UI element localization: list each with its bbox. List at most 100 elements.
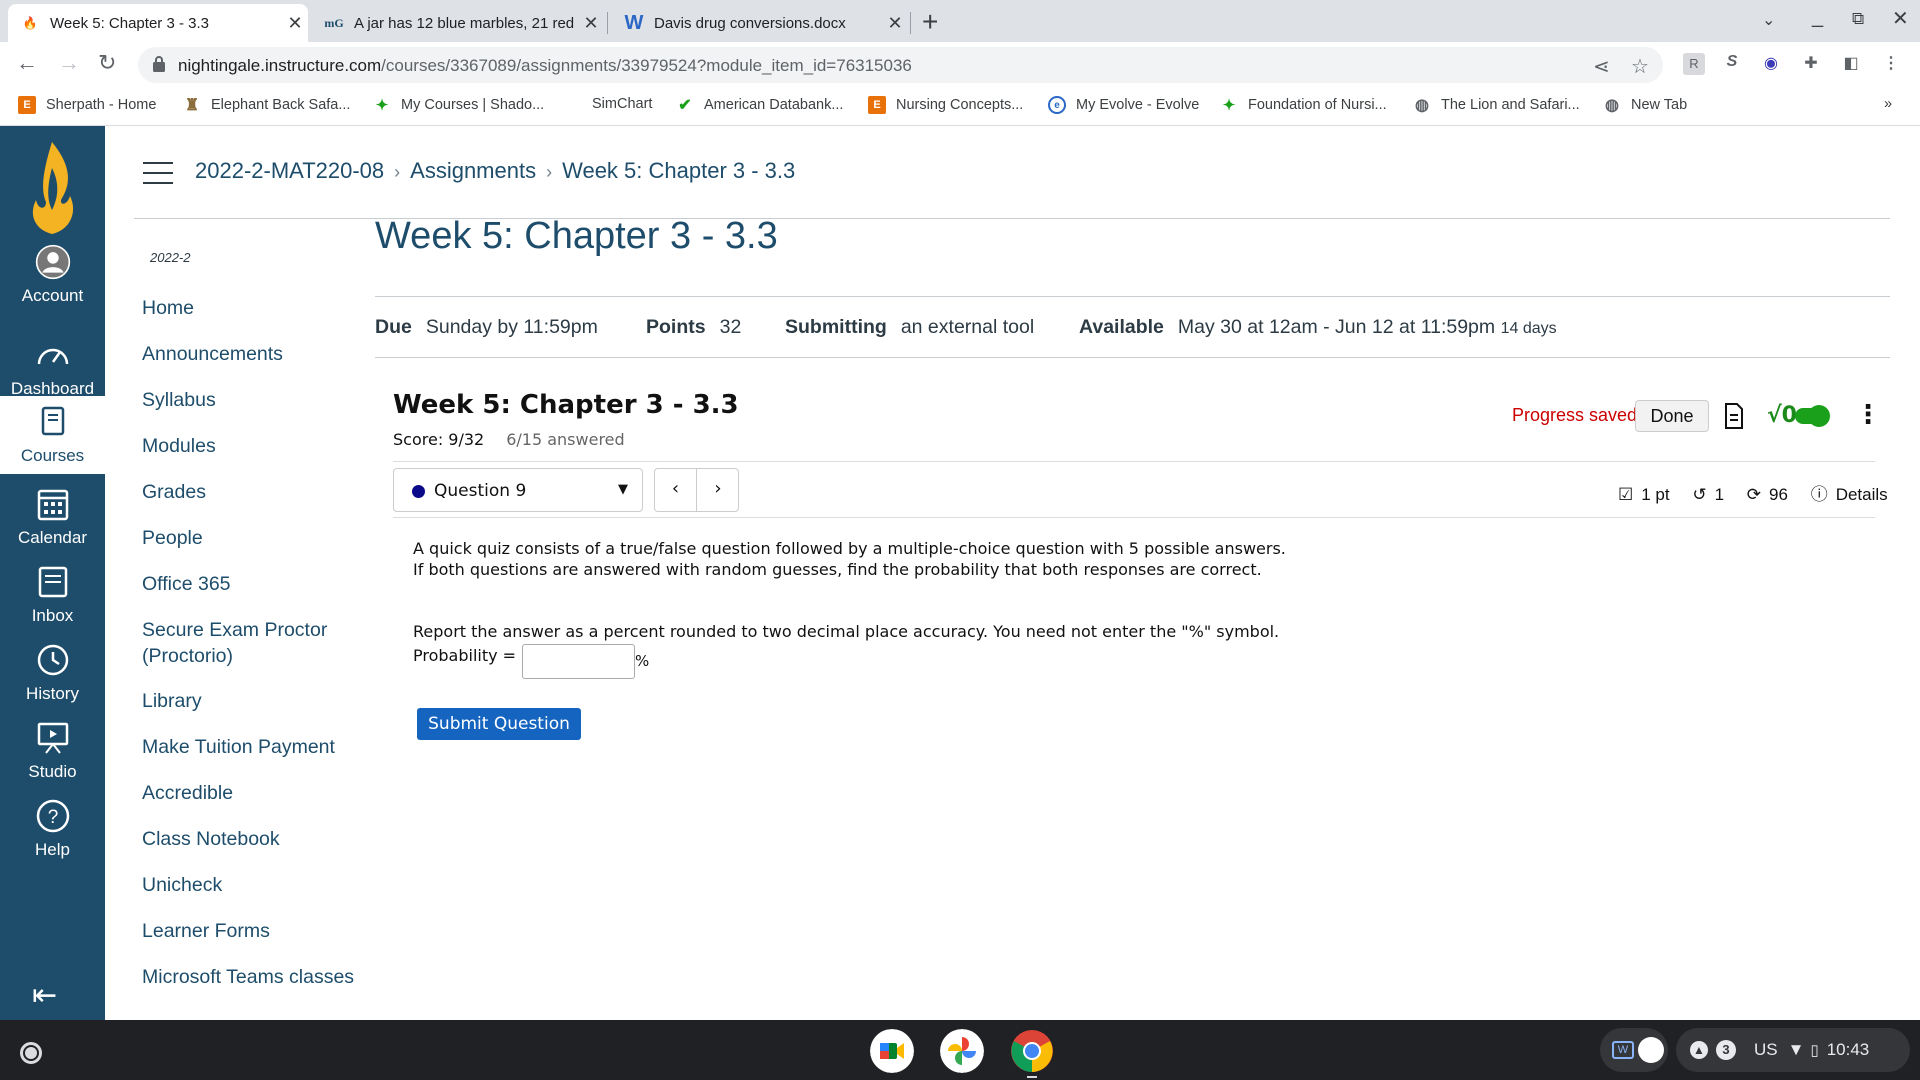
bookmark[interactable]: e My Evolve - Evolve [1048,96,1199,114]
nav-account[interactable]: Account [0,244,105,306]
nav-calendar[interactable]: Calendar [0,486,105,548]
bookmark[interactable]: ✦ My Courses | Shado... [373,96,544,114]
nav-dashboard[interactable]: Dashboard [0,337,105,399]
bookmark-star-icon[interactable]: ☆ [1631,54,1649,79]
nav-courses[interactable]: Courses [0,396,105,474]
clock-time: 10:43 [1826,1040,1870,1059]
chrome-app-icon[interactable] [1010,1029,1054,1073]
course-menu-toggle[interactable] [143,162,173,184]
nav-help[interactable]: ? Help [0,798,105,860]
course-nav-library[interactable]: Library [142,688,362,714]
extensions-puzzle-icon[interactable]: ✚ [1800,53,1822,75]
browser-tab[interactable]: W Davis drug conversions.docx ✕ [612,4,908,42]
breadcrumb-separator-icon: › [394,162,401,182]
browser-tab[interactable]: mG A jar has 12 blue marbles, 21 red ✕ [312,4,604,42]
due-date: Due Sunday by 11:59pm [375,316,598,338]
bookmark[interactable]: E Nursing Concepts... [868,96,1023,114]
course-nav-ms-teams[interactable]: Microsoft Teams classes [142,964,362,990]
bookmark[interactable]: SimChart [592,96,652,112]
mathgpt-favicon-icon: mG [324,15,344,30]
previous-question-button[interactable]: ‹ [655,469,697,511]
probability-answer-input[interactable] [522,644,635,679]
collapse-nav-icon[interactable]: ⇤ [32,978,57,1013]
browser-menu-icon[interactable]: ⋮ [1880,53,1902,75]
school-flame-logo-icon[interactable] [0,138,105,238]
availability: Available May 30 at 12am - Jun 12 at 11:5… [1079,316,1557,338]
extension-icon[interactable]: R [1683,53,1705,75]
retry-icon: ↺ [1692,485,1707,504]
breadcrumb-assignments[interactable]: Assignments [410,158,536,183]
bookmark[interactable]: ◍ New Tab [1603,96,1687,114]
status-tray[interactable]: ▲ 3 US ▼ ▯ 10:43 [1676,1028,1910,1072]
back-icon[interactable]: ← [16,50,38,76]
nav-label: Account [21,286,84,305]
question-select[interactable]: Question 9 ▼ [393,468,643,512]
tote-tray[interactable]: W [1600,1028,1668,1072]
details-info-icon[interactable]: ⓘ [1811,485,1828,504]
bookmark[interactable]: E Sherpath - Home [18,96,156,114]
details-link[interactable]: Details [1836,485,1888,504]
course-nav-syllabus[interactable]: Syllabus [142,387,362,413]
breadcrumb-current[interactable]: Week 5: Chapter 3 - 3.3 [562,158,795,183]
print-document-icon[interactable] [1723,402,1745,430]
forward-icon[interactable]: → [58,50,80,76]
course-nav-grades[interactable]: Grades [142,479,362,505]
page-title: Week 5: Chapter 3 - 3.3 [375,215,778,257]
reload-icon[interactable]: ↻ [98,50,116,76]
question-points: 1 pt [1641,485,1670,504]
share-icon[interactable]: ⋖ [1593,54,1610,79]
nav-studio[interactable]: Studio [0,720,105,782]
side-panel-icon[interactable]: ◧ [1840,53,1862,75]
bookmark[interactable]: ✦ Foundation of Nursi... [1220,96,1387,114]
course-nav-unicheck[interactable]: Unicheck [142,872,362,898]
flame-favicon-icon: 🔥 [22,16,38,30]
course-nav-office-365[interactable]: Office 365 [142,571,362,597]
course-nav-learner-forms[interactable]: Learner Forms [142,918,362,944]
course-nav-home[interactable]: Home [142,295,362,321]
dashboard-gauge-icon [37,348,68,365]
course-nav-people[interactable]: People [142,525,362,551]
bookmarks-overflow-button[interactable]: » [1884,96,1892,112]
regenerate-icon: ⟳ [1746,485,1762,504]
close-tab-icon[interactable]: ✕ [578,13,604,34]
divider [393,461,1875,462]
word-favicon-icon: W [624,11,644,34]
bookmark[interactable]: ♜ Elephant Back Safa... [183,96,351,114]
nav-inbox[interactable]: Inbox [0,564,105,626]
bookmark[interactable]: ◍ The Lion and Safari... [1413,96,1580,114]
new-tab-button[interactable]: + [922,6,938,38]
submit-question-button[interactable]: Submit Question [417,708,581,740]
bookmark-label: Foundation of Nursi... [1248,97,1387,113]
more-options-icon[interactable]: ⋮ [1855,400,1881,430]
upload-arrow-icon: ▲ [1690,1041,1708,1059]
breadcrumb-course[interactable]: 2022-2-MAT220-08 [195,158,384,183]
close-tab-icon[interactable]: ✕ [282,13,308,34]
tab-search-icon[interactable]: ⌄ [1762,10,1775,30]
tab-title: Week 5: Chapter 3 - 3.3 [50,14,209,32]
math-entry-toggle[interactable] [1795,405,1830,427]
browser-tab-active[interactable]: 🔥 Week 5: Chapter 3 - 3.3 ✕ [8,4,308,42]
done-button[interactable]: Done [1635,400,1709,432]
course-nav-tuition[interactable]: Make Tuition Payment [142,734,362,760]
google-photos-app-icon[interactable] [940,1029,984,1073]
course-nav-class-notebook[interactable]: Class Notebook [142,826,362,852]
minimize-icon[interactable]: _ [1812,6,1823,29]
address-bar[interactable]: nightingale.instructure.com/courses/3367… [138,47,1663,83]
extension-gauge-icon[interactable]: ◉ [1760,53,1782,75]
restore-icon[interactable]: ⧉ [1852,9,1864,29]
course-nav-modules[interactable]: Modules [142,433,362,459]
tab-divider [607,12,608,34]
course-nav-accredible[interactable]: Accredible [142,780,362,806]
bookmark[interactable]: ✔ American Databank... [676,96,843,114]
nav-history[interactable]: History [0,642,105,704]
url-path: /courses/3367089/assignments/33979524?mo… [381,56,912,75]
extension-s-icon[interactable]: S [1721,53,1743,75]
course-nav-announcements[interactable]: Announcements [142,341,362,367]
course-nav-proctorio[interactable]: Secure Exam Proctor (Proctorio) [142,617,362,669]
next-question-button[interactable]: › [697,469,739,511]
close-window-icon[interactable]: ✕ [1892,6,1909,31]
os-shelf: W ▲ 3 US ▼ ▯ 10:43 [0,1020,1920,1080]
google-meet-app-icon[interactable] [870,1029,914,1073]
launcher-icon[interactable] [20,1042,42,1064]
close-tab-icon[interactable]: ✕ [882,13,908,34]
